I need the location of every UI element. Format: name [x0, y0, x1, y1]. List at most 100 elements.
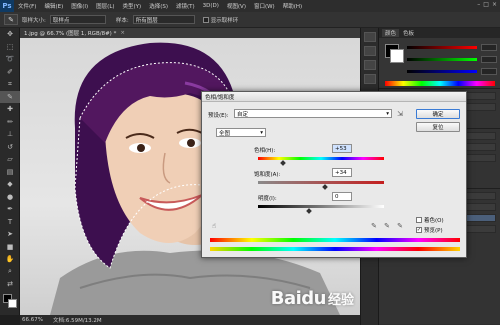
paragraph-panel-icon[interactable] [364, 74, 376, 84]
menu-bar: Ps 文件(F) 编辑(E) 图像(I) 图层(L) 类型(Y) 选择(S) 滤… [0, 0, 500, 12]
stamp-tool-icon[interactable]: ⊥ [0, 128, 20, 141]
eyedropper-minus-icon[interactable]: ✎ [396, 222, 404, 230]
menu-select[interactable]: 选择(S) [145, 2, 172, 10]
dialog-title: 色相/饱和度 [202, 92, 466, 102]
chevron-down-icon: ▾ [260, 129, 263, 136]
blue-value[interactable] [481, 68, 497, 75]
show-ring-label: 显示取样环 [210, 17, 239, 24]
pen-tool-icon[interactable]: ✒ [0, 203, 20, 216]
shape-tool-icon[interactable]: ■ [0, 241, 20, 254]
ok-button[interactable]: 确定 [416, 109, 460, 119]
saturation-input[interactable]: +34 [332, 168, 352, 177]
eraser-tool-icon[interactable]: ▱ [0, 153, 20, 166]
spectrum-bar[interactable] [385, 81, 495, 86]
channel-select[interactable]: 全图 ▾ [216, 128, 266, 137]
hand-tool-icon[interactable]: ✋ [0, 253, 20, 266]
menu-type[interactable]: 类型(Y) [119, 2, 146, 10]
sample-select[interactable]: 所有图层 [132, 15, 195, 24]
menu-3d[interactable]: 3D(D) [199, 3, 223, 9]
hue-slider-thumb[interactable] [280, 160, 286, 166]
menu-edit[interactable]: 编辑(E) [40, 2, 67, 10]
hue-slider[interactable] [258, 157, 384, 160]
preset-select[interactable]: 自定 ▾ [234, 109, 392, 118]
tab-swatches[interactable]: 色板 [403, 29, 414, 37]
saturation-slider[interactable] [258, 181, 384, 184]
menu-filter[interactable]: 滤镜(T) [172, 2, 199, 10]
hue-value: +53 [335, 145, 347, 152]
preset-label: 预设(E): [208, 113, 229, 119]
status-bar: 66.67% 文档:6.59M/13.2M [20, 315, 360, 325]
move-tool-icon[interactable]: ✥ [0, 28, 20, 41]
blur-tool-icon[interactable]: ◆ [0, 178, 20, 191]
maximize-icon[interactable]: □ [483, 1, 489, 8]
lightness-slider-thumb[interactable] [306, 208, 312, 214]
red-value[interactable] [481, 44, 497, 51]
show-ring-box[interactable] [202, 16, 209, 23]
type-tool-icon[interactable]: T [0, 216, 20, 229]
lightness-value: 0 [335, 193, 339, 200]
lightness-slider[interactable] [258, 205, 384, 208]
blue-slider[interactable] [407, 70, 477, 73]
zoom-level[interactable]: 66.67% [22, 317, 43, 323]
close-icon[interactable]: × [492, 1, 497, 8]
preview-box[interactable]: ✓ [416, 227, 422, 233]
history-panel-icon[interactable] [364, 32, 376, 42]
healing-tool-icon[interactable]: ✚ [0, 103, 20, 116]
baidu-watermark: Baidu 经验 [271, 288, 354, 309]
eyedropper-preset-icon[interactable]: ✎ [4, 14, 18, 25]
lasso-tool-icon[interactable]: ➰ [0, 53, 20, 66]
document-close-icon[interactable]: × [120, 30, 125, 36]
photoshop-logo: Ps [0, 0, 14, 12]
menu-help[interactable]: 帮助(H) [279, 2, 306, 10]
eyedropper-plus-icon[interactable]: ✎ [383, 222, 391, 230]
preset-value: 自定 [237, 111, 249, 118]
eyedropper-tool-icon[interactable]: ✎ [0, 90, 20, 103]
saturation-slider-thumb[interactable] [322, 184, 328, 190]
document-tab[interactable]: 1.jpg @ 66.7% (图层 1, RGB/8#) * × [20, 28, 360, 38]
path-select-tool-icon[interactable]: ➤ [0, 228, 20, 241]
gradient-tool-icon[interactable]: ▤ [0, 166, 20, 179]
quick-select-tool-icon[interactable]: ✐ [0, 66, 20, 79]
document-title: 1.jpg @ 66.7% (图层 1, RGB/8#) * [24, 31, 117, 37]
colorize-box[interactable] [416, 217, 422, 223]
menu-image[interactable]: 图像(I) [67, 2, 92, 10]
menu-view[interactable]: 视图(V) [223, 2, 250, 10]
properties-panel-icon[interactable] [364, 46, 376, 56]
sample-size-label: 取样大小: [22, 17, 46, 24]
color-swatches-icon[interactable] [0, 291, 20, 311]
history-brush-tool-icon[interactable]: ↺ [0, 141, 20, 154]
background-color[interactable] [390, 49, 404, 63]
saturation-value: +34 [335, 169, 347, 176]
eyedropper-icon[interactable]: ✎ [370, 222, 378, 230]
hand-adjust-icon[interactable]: ☝ [210, 222, 218, 230]
hue-saturation-dialog: 色相/饱和度 预设(E): 自定 ▾ ⇲ 确定 复位 全图 ▾ 色相(H): +… [201, 91, 467, 258]
crop-tool-icon[interactable]: ⌗ [0, 78, 20, 91]
menu-layer[interactable]: 图层(L) [92, 2, 118, 10]
color-panel [379, 38, 500, 88]
green-slider[interactable] [407, 58, 477, 61]
brush-tool-icon[interactable]: ✏ [0, 116, 20, 129]
minimize-icon[interactable]: – [477, 1, 480, 8]
character-panel-icon[interactable] [364, 60, 376, 70]
swap-colors-icon[interactable]: ⇄ [0, 278, 20, 291]
lightness-input[interactable]: 0 [332, 192, 352, 201]
hue-label: 色相(H): [254, 148, 276, 154]
sample-value: 所有图层 [135, 17, 158, 24]
red-slider[interactable] [407, 46, 477, 49]
marquee-tool-icon[interactable]: ⬚ [0, 41, 20, 54]
show-ring-checkbox[interactable]: 显示取样环 [202, 16, 239, 24]
menu-file[interactable]: 文件(F) [14, 2, 40, 10]
hue-input[interactable]: +53 [332, 144, 352, 153]
colorize-checkbox[interactable]: 着色(O) [416, 216, 444, 224]
zoom-tool-icon[interactable]: ⌕ [0, 266, 20, 279]
watermark-text: Baidu [270, 288, 327, 309]
green-value[interactable] [481, 56, 497, 63]
color-panel-tabs: 颜色 色板 [379, 28, 500, 38]
dodge-tool-icon[interactable]: ● [0, 191, 20, 204]
reset-button[interactable]: 复位 [416, 122, 460, 132]
preset-options-icon[interactable]: ⇲ [396, 110, 404, 118]
preview-checkbox[interactable]: ✓ 预览(P) [416, 226, 443, 234]
sample-size-select[interactable]: 取样点 [49, 15, 106, 24]
tab-color[interactable]: 颜色 [382, 29, 400, 37]
menu-window[interactable]: 窗口(W) [250, 2, 279, 10]
